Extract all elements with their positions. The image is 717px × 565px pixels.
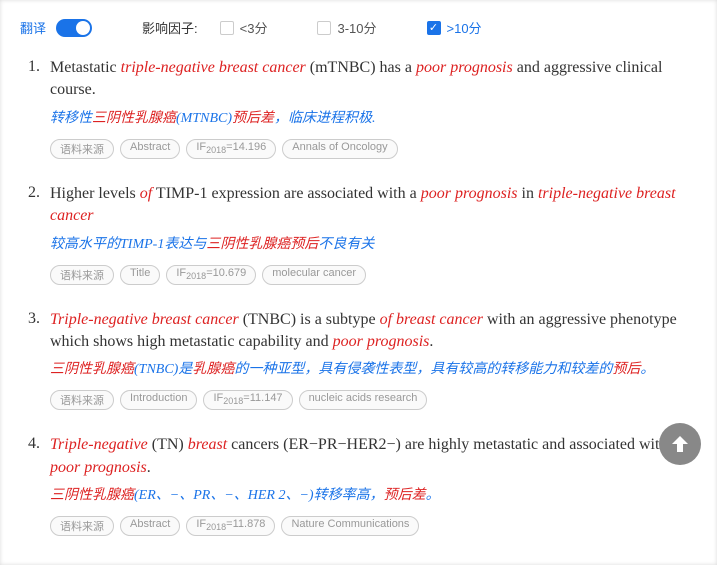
tag[interactable]: IF2018=14.196 <box>186 139 276 159</box>
translate-toggle[interactable] <box>56 19 92 37</box>
filter-bar: 翻译 影响因子: <3分 3-10分 ✓ >10分 <box>10 10 707 57</box>
tag[interactable]: IF2018=11.147 <box>203 390 292 410</box>
tag-row: 语料来源 Title IF2018=10.679 molecular cancer <box>50 265 697 285</box>
filter-option-1[interactable]: 3-10分 <box>317 18 376 37</box>
result-body: Triple-negative (TN) breast cancers (ER−… <box>50 434 697 536</box>
result-item: 3.Triple-negative breast cancer (TNBC) i… <box>20 309 697 411</box>
tag[interactable]: IF2018=11.878 <box>186 516 275 536</box>
tag[interactable]: Title <box>120 265 160 285</box>
english-sentence: Triple-negative (TN) breast cancers (ER−… <box>50 434 697 479</box>
impact-factor-label: 影响因子: <box>142 18 198 37</box>
result-body: Metastatic triple-negative breast cancer… <box>50 57 697 159</box>
tag-row: 语料来源 Introduction IF2018=11.147 nucleic aci… <box>50 390 697 410</box>
tag[interactable]: Abstract <box>120 139 180 159</box>
result-body: Triple-negative breast cancer (TNBC) is … <box>50 309 697 411</box>
tag[interactable]: Introduction <box>120 390 197 410</box>
filter-option-2[interactable]: ✓ >10分 <box>427 18 482 37</box>
result-body: Higher levels of TIMP-1 expression are a… <box>50 183 697 285</box>
result-number: 4. <box>20 434 40 536</box>
tag[interactable]: IF2018=10.679 <box>166 265 256 285</box>
result-item: 1.Metastatic triple-negative breast canc… <box>20 57 697 159</box>
result-item: 4.Triple-negative (TN) breast cancers (E… <box>20 434 697 536</box>
filter-option-label: 3-10分 <box>337 18 376 37</box>
results-list: 1.Metastatic triple-negative breast canc… <box>10 57 707 536</box>
result-item: 2.Higher levels of TIMP-1 expression are… <box>20 183 697 285</box>
tag-row: 语料来源 Abstract IF2018=11.878 Nature Communic… <box>50 516 697 536</box>
scroll-top-button[interactable] <box>659 423 701 465</box>
translate-label: 翻译 <box>20 18 46 37</box>
filter-option-label: >10分 <box>447 18 482 37</box>
result-number: 3. <box>20 309 40 411</box>
chinese-translation: 转移性三阴性乳腺癌(MTNBC)预后差，临床进程积极. <box>50 108 697 129</box>
result-number: 1. <box>20 57 40 159</box>
chinese-translation: 三阴性乳腺癌(TNBC)是乳腺癌的一种亚型，具有侵袭性表型，具有较高的转移能力和… <box>50 359 697 380</box>
tag[interactable]: Nature Communications <box>281 516 419 536</box>
tag[interactable]: nucleic acids research <box>299 390 428 410</box>
result-number: 2. <box>20 183 40 285</box>
chinese-translation: 三阴性乳腺癌(ER、−、PR、−、HER 2、−)转移率高，预后差。 <box>50 485 697 506</box>
checkbox-icon <box>220 21 234 35</box>
english-sentence: Metastatic triple-negative breast cancer… <box>50 57 697 102</box>
tag[interactable]: 语料来源 <box>50 265 114 285</box>
tag[interactable]: Abstract <box>120 516 180 536</box>
tag-row: 语料来源 Abstract IF2018=14.196 Annals of Oncol… <box>50 139 697 159</box>
english-sentence: Triple-negative breast cancer (TNBC) is … <box>50 309 697 354</box>
tag[interactable]: 语料来源 <box>50 390 114 410</box>
checkbox-icon: ✓ <box>427 21 441 35</box>
checkbox-icon <box>317 21 331 35</box>
tag[interactable]: 语料来源 <box>50 139 114 159</box>
tag[interactable]: Annals of Oncology <box>282 139 397 159</box>
chinese-translation: 较高水平的TIMP-1表达与三阴性乳腺癌预后不良有关 <box>50 234 697 255</box>
tag[interactable]: 语料来源 <box>50 516 114 536</box>
english-sentence: Higher levels of TIMP-1 expression are a… <box>50 183 697 228</box>
arrow-up-icon <box>668 432 692 456</box>
filter-option-0[interactable]: <3分 <box>220 18 268 37</box>
filter-option-label: <3分 <box>240 18 268 37</box>
tag[interactable]: molecular cancer <box>262 265 366 285</box>
